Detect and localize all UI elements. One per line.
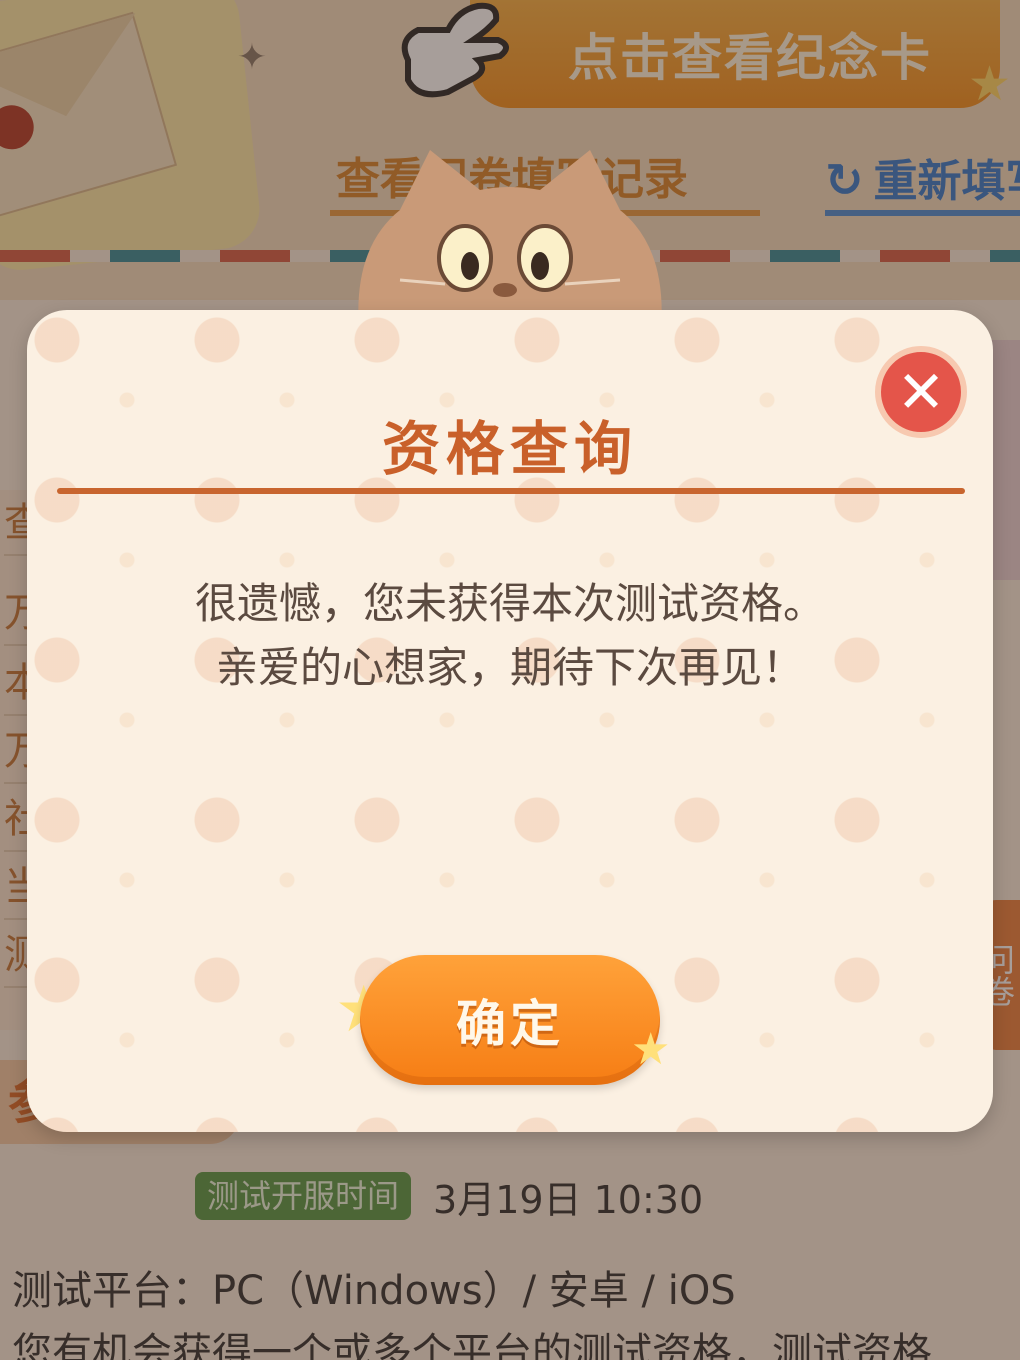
close-icon: ✕	[896, 358, 946, 426]
message-line: 很遗憾，您未获得本次测试资格。	[194, 579, 825, 628]
message-line: 亲爱的心想家，期待下次再见！	[215, 643, 804, 692]
confirm-label: 确定	[456, 995, 564, 1053]
result-message: 很遗憾，您未获得本次测试资格。 亲爱的心想家，期待下次再见！	[87, 572, 933, 700]
star-icon: ★	[631, 1024, 671, 1075]
dialog-title: 资格查询	[381, 415, 638, 483]
close-button[interactable]: ✕	[875, 346, 967, 438]
title-divider	[57, 488, 965, 494]
confirm-button[interactable]: 确定	[360, 955, 660, 1085]
qualification-dialog: 资格查询 ✕ 很遗憾，您未获得本次测试资格。 亲爱的心想家，期待下次再见！ ★ …	[27, 310, 993, 1132]
